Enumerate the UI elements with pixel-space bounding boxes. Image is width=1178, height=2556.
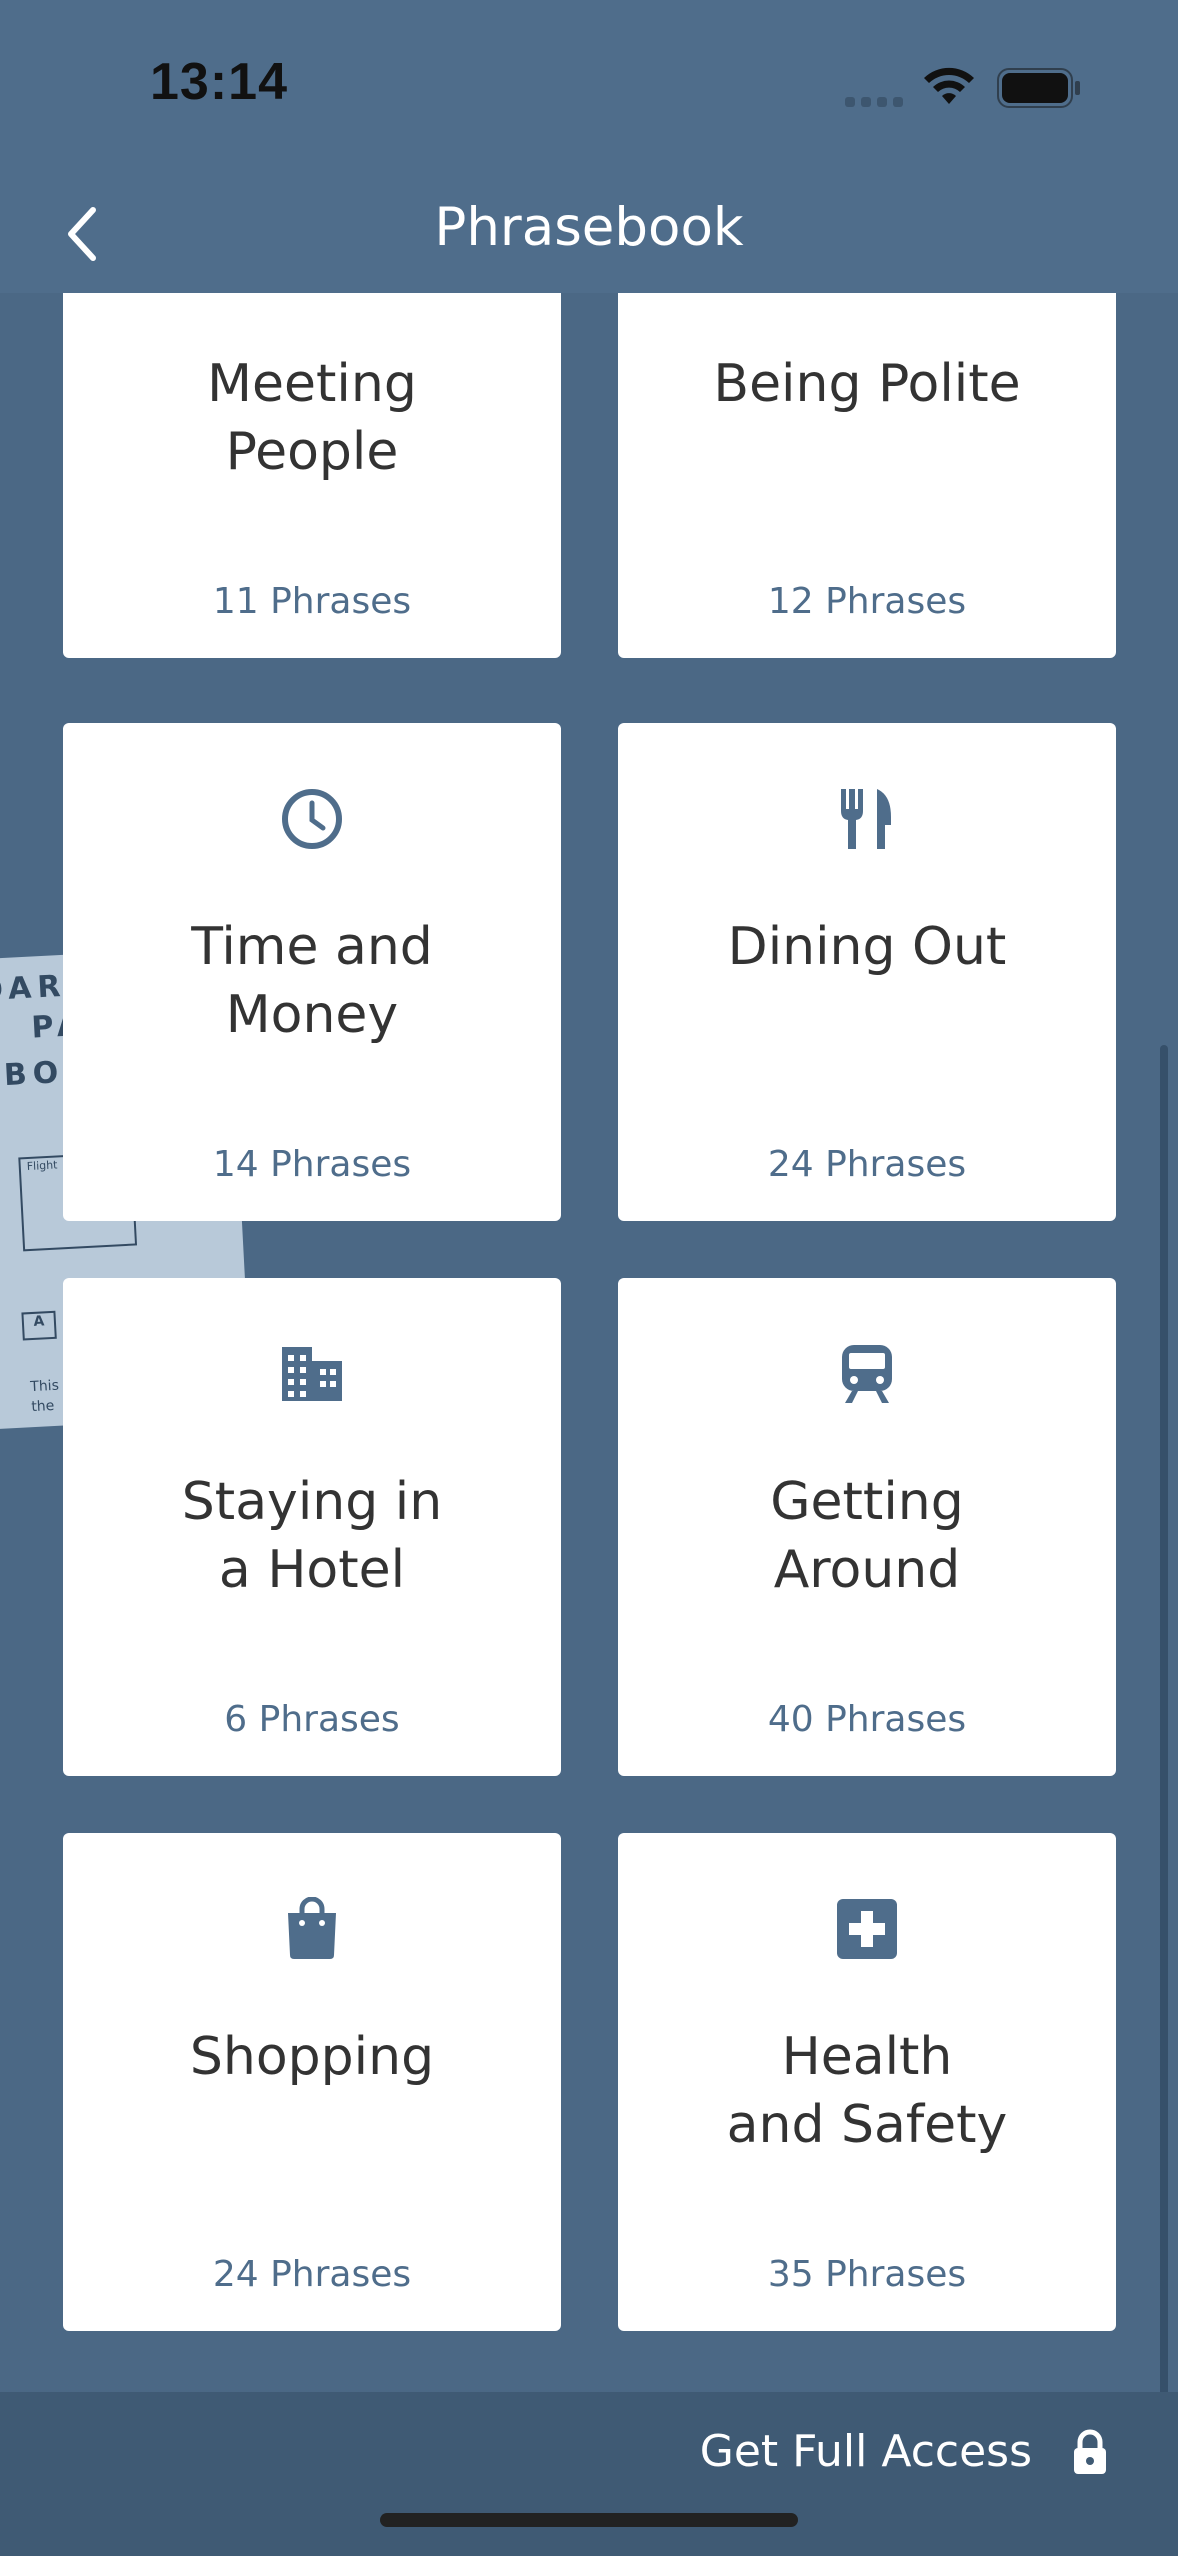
get-full-access-button[interactable]: Get Full Access	[700, 2426, 1108, 2477]
phrase-count: 35 Phrases	[767, 2254, 967, 2295]
category-card-being-polite[interactable]: Being Polite 12 Phrases	[618, 293, 1116, 658]
status-bar: 13:14	[0, 0, 1178, 175]
phrase-count: 40 Phrases	[767, 1699, 967, 1740]
phrase-count: 24 Phrases	[212, 2254, 412, 2295]
page-title: Phrasebook	[434, 197, 744, 258]
category-card-shopping[interactable]: Shopping 24 Phrases	[63, 1833, 561, 2331]
phrase-count: 24 Phrases	[767, 1144, 967, 1185]
category-card-meeting-people[interactable]: Meeting People 11 Phrases	[63, 293, 561, 658]
medical-cross-icon	[837, 1899, 897, 1959]
get-full-access-label: Get Full Access	[699, 2426, 1032, 2477]
phrase-count: 11 Phrases	[212, 581, 412, 622]
clock-icon	[282, 789, 342, 849]
home-indicator[interactable]	[380, 2513, 798, 2527]
lock-icon	[1074, 2429, 1106, 2474]
cellular-signal-icon	[845, 97, 903, 107]
category-title: Health and Safety	[726, 2027, 1008, 2155]
category-title: Meeting People	[207, 354, 417, 482]
scrollbar[interactable]	[1160, 1045, 1168, 2393]
battery-icon	[997, 68, 1080, 108]
phrase-count: 6 Phrases	[224, 1699, 400, 1740]
category-title: Shopping	[189, 2027, 435, 2087]
phrase-count: 12 Phrases	[767, 581, 967, 622]
shopping-bag-icon	[288, 1897, 336, 1959]
bottom-bar: Get Full Access	[0, 2392, 1178, 2556]
category-title: Time and Money	[191, 917, 433, 1045]
building-icon	[282, 1347, 342, 1401]
category-card-time-and-money[interactable]: Time and Money 14 Phrases	[63, 723, 561, 1221]
train-icon	[842, 1345, 892, 1403]
category-card-staying-in-a-hotel[interactable]: Staying in a Hotel 6 Phrases	[63, 1278, 561, 1776]
fork-knife-icon	[841, 789, 891, 849]
category-grid[interactable]: OARDING PASS BO Flight A This the Meetin…	[0, 293, 1178, 2393]
navigation-bar: Phrasebook	[0, 175, 1178, 293]
category-title: Staying in a Hotel	[181, 1472, 443, 1600]
category-title: Being Polite	[713, 354, 1021, 414]
wifi-icon	[924, 67, 974, 104]
phrase-count: 14 Phrases	[212, 1144, 412, 1185]
category-card-health-and-safety[interactable]: Health and Safety 35 Phrases	[618, 1833, 1116, 2331]
category-card-dining-out[interactable]: Dining Out 24 Phrases	[618, 723, 1116, 1221]
category-card-getting-around[interactable]: Getting Around 40 Phrases	[618, 1278, 1116, 1776]
category-title: Dining Out	[727, 917, 1007, 977]
status-time: 13:14	[150, 53, 288, 111]
category-title: Getting Around	[770, 1472, 964, 1600]
